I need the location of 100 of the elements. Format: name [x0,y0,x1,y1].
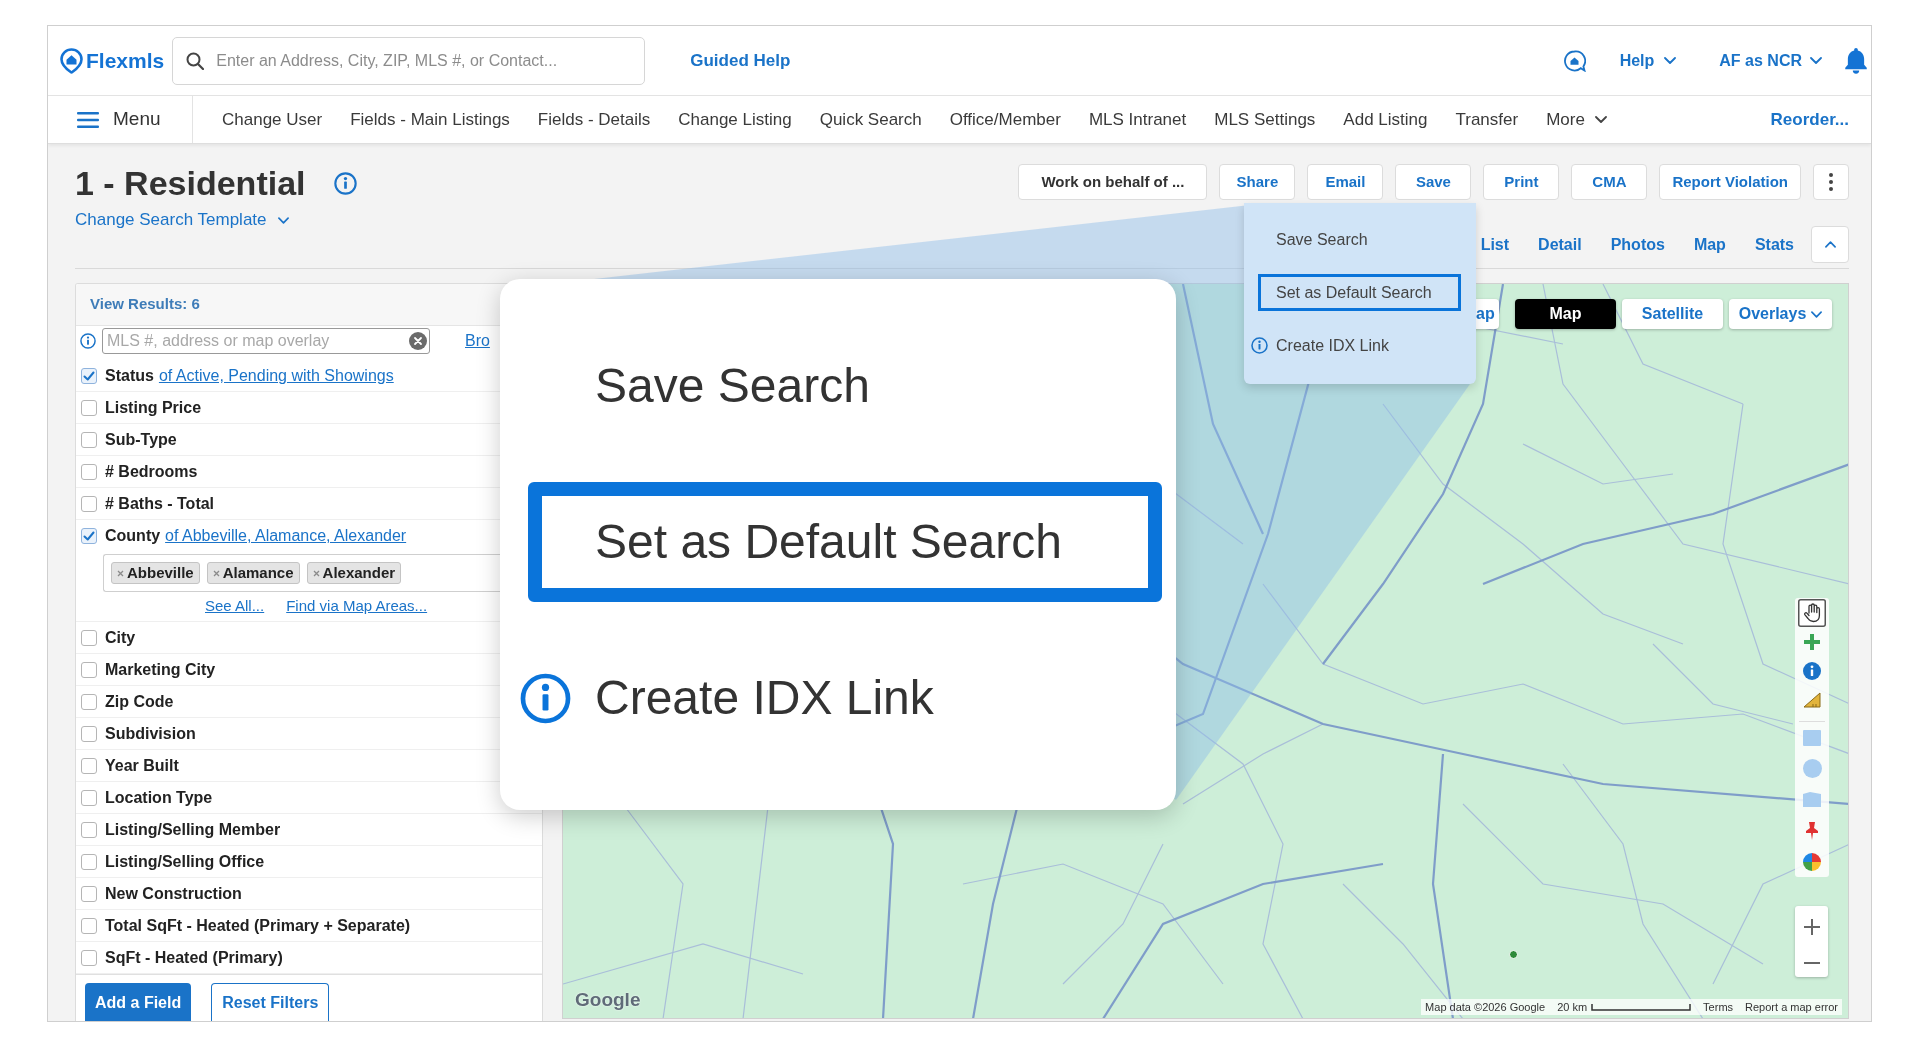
zoom-in-icon[interactable] [1803,919,1820,936]
view-tab[interactable]: List [1480,232,1510,257]
clear-icon[interactable] [409,332,427,350]
checkbox[interactable] [81,725,97,742]
house-pin-icon[interactable] [60,47,83,74]
search-field[interactable]: Enter an Address, City, ZIP, MLS #, or Contact... [172,36,646,85]
nav-link[interactable]: Fields - Main Listings [350,106,510,133]
remove-icon[interactable] [312,569,320,577]
help-menu[interactable]: Help [1619,48,1677,73]
filter-summary-link[interactable]: of Active, Pending with Showings [158,363,394,388]
action-button[interactable]: Share [1219,164,1296,200]
map-data-text: Map data ©2026 Google [1425,999,1546,1015]
menu-item[interactable]: Create IDX Link [1248,327,1461,364]
filter-link[interactable]: See All... [205,595,265,618]
filter-label: Sub-Type [105,429,177,450]
checkbox[interactable] [81,367,97,384]
more-menu[interactable]: More [1546,106,1607,133]
rectangle-icon[interactable] [1803,729,1821,746]
checkbox[interactable] [81,949,97,966]
checkbox[interactable] [81,853,97,870]
checkbox[interactable] [81,821,97,838]
checkbox[interactable] [81,431,97,448]
view-tab[interactable]: Map [1693,232,1726,257]
checkbox[interactable] [81,885,97,902]
nav-link[interactable]: MLS Intranet [1088,106,1187,133]
guided-help-link[interactable]: Guided Help [690,47,791,74]
search-field[interactable]: MLS #, address or map overlay [102,328,430,354]
remove-icon[interactable] [212,569,220,577]
view-results-link[interactable]: View Results: 6 [90,293,200,316]
action-button[interactable]: CMA [1571,164,1648,200]
panel-button[interactable]: Reset Filters [211,983,330,1021]
checkbox[interactable] [81,757,97,774]
info-icon[interactable] [1251,337,1268,354]
menu-item[interactable]: Set as Default Search [1258,274,1461,311]
color-wheel-icon[interactable] [1803,852,1821,871]
county-chip[interactable]: Abbeville [111,562,200,584]
nav-link[interactable]: Change User [222,106,323,133]
checkbox[interactable] [81,528,97,544]
chip-field[interactable]: Abbeville Alamance Alexander [103,554,500,592]
checkbox[interactable] [81,399,97,416]
action-button[interactable]: Work on behalf of ... [1018,164,1208,200]
nav-link[interactable]: Change Listing [678,106,792,133]
pushpin-icon[interactable] [1805,821,1819,840]
bell-icon[interactable] [1844,47,1868,74]
map-type-button[interactable]: Map [1515,299,1616,329]
nav-link[interactable]: Transfer [1455,106,1519,133]
triangle-ruler-icon[interactable] [1803,691,1821,708]
action-button[interactable]: Save [1395,164,1472,200]
checkbox[interactable] [81,917,97,934]
nav-link[interactable]: Office/Member [949,106,1061,133]
circle-icon[interactable] [1802,759,1822,778]
view-tab[interactable]: Stats [1754,232,1794,257]
action-button[interactable]: Print [1483,164,1560,200]
info-icon[interactable] [333,171,357,195]
map-type-button[interactable]: Satellite [1622,299,1723,329]
reorder-link[interactable]: Reorder... [1770,106,1849,133]
user-menu[interactable]: AF as NCR [1719,48,1822,73]
checkbox[interactable] [81,693,97,710]
hand-icon[interactable] [1798,598,1826,627]
info-icon[interactable] [80,333,96,349]
menu-button[interactable]: Menu [48,96,193,143]
more-options-button[interactable] [1813,164,1849,200]
browse-link[interactable]: Bro [465,329,490,353]
filter-label: Total SqFt - Heated (Primary + Separate) [105,915,411,936]
chat-bubble-icon[interactable] [1562,49,1586,72]
logo-text[interactable]: Flexmls [86,44,165,77]
checkbox[interactable] [81,629,97,646]
info-icon[interactable] [1803,661,1821,680]
nav-link[interactable]: Quick Search [819,106,922,133]
report-error-link[interactable]: Report a map error [1745,998,1838,1016]
map-marker-icon[interactable] [1509,950,1518,959]
checkbox[interactable] [81,463,97,480]
action-button[interactable]: Report Violation [1659,164,1801,200]
zoom-out-icon[interactable] [1803,961,1820,964]
nav-link[interactable]: Add Listing [1343,106,1428,133]
checkbox[interactable] [81,495,97,512]
panel-button[interactable]: Add a Field [85,983,192,1021]
checkbox[interactable] [81,789,97,806]
checkbox[interactable] [81,661,97,678]
chevron-down-icon [1664,57,1677,64]
view-tab[interactable]: Detail [1538,232,1582,257]
checkmark-icon [83,531,95,541]
view-tab[interactable]: Photos [1610,232,1665,257]
filter-summary-link[interactable]: of Abbeville, Alamance, Alexander [165,524,407,548]
terms-link[interactable]: Terms [1703,998,1734,1016]
nav-link[interactable]: Fields - Details [537,106,651,133]
action-button[interactable]: Email [1307,164,1384,200]
plus-icon[interactable] [1804,633,1820,650]
info-icon [520,672,571,724]
filter-label: Marketing City [105,659,216,680]
county-chip[interactable]: Alexander [306,562,402,584]
menu-item[interactable]: Save Search [1258,221,1461,258]
polygon-icon[interactable] [1803,792,1821,807]
remove-icon[interactable] [117,569,124,577]
filter-link[interactable]: Find via Map Areas... [286,595,428,618]
nav-link[interactable]: MLS Settings [1214,106,1316,133]
change-template-link[interactable]: Change Search Template [75,207,289,233]
overlays-menu[interactable]: Overlays [1729,299,1832,329]
county-chip[interactable]: Alamance [206,562,300,584]
collapse-button[interactable] [1811,226,1849,263]
